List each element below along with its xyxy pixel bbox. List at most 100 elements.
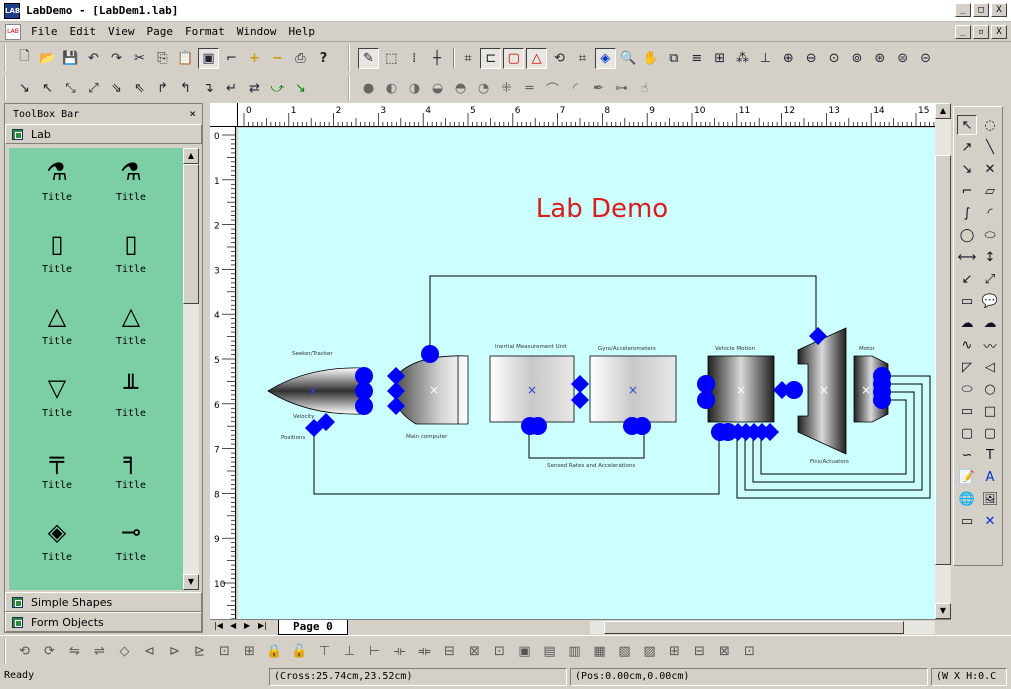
category-form-objects[interactable]: Form Objects [5, 612, 202, 632]
delete-icon[interactable]: ✕ [980, 511, 1000, 531]
mirror-icon[interactable]: ⇌ [89, 641, 110, 662]
scroll-up-icon[interactable]: ▲ [935, 103, 951, 119]
unlock-icon[interactable]: 🔓 [289, 641, 310, 662]
hscroll-thumb[interactable] [604, 621, 904, 634]
frame-group-icon[interactable]: ⊞ [239, 641, 260, 662]
horizontal-ruler[interactable]: 0 1 2 3 4 5 6 7 8 9 10 11 12 13 14 15 [238, 103, 951, 127]
ruler-corner[interactable] [210, 103, 238, 127]
rotate-pointer-icon[interactable]: ◌ [980, 115, 1000, 135]
new-icon[interactable]: 🗋 [14, 48, 35, 69]
font-icon[interactable]: A [980, 467, 1000, 487]
pointer-icon[interactable]: ↖ [957, 115, 977, 135]
arc-icon[interactable]: ◜ [980, 203, 1000, 223]
same-size-icon[interactable]: ⊟ [439, 641, 460, 662]
zoom-height-icon[interactable]: ⊝ [915, 48, 936, 69]
tilde-icon[interactable]: ∿ [957, 335, 977, 355]
square-icon[interactable]: □ [980, 401, 1000, 421]
category-simple-shapes[interactable]: Simple Shapes [5, 592, 202, 612]
menu-help[interactable]: Help [283, 25, 322, 38]
align-grid-icon[interactable]: ⌗ [458, 48, 479, 69]
table-icon[interactable]: ⊞ [664, 641, 685, 662]
drawing-page[interactable]: × × × × × × × Seeker/Tracker Velocity Po… [238, 128, 937, 621]
rich-text-icon[interactable]: 📝 [957, 467, 977, 487]
map-icon[interactable]: 🌐 [957, 489, 977, 509]
toolbox-item[interactable]: ⚗ Title [27, 152, 87, 203]
close-icon[interactable]: × [189, 107, 196, 120]
zoom-select-icon[interactable]: ⊛ [869, 48, 890, 69]
toolbox-item[interactable]: △ Title [27, 296, 87, 347]
link-4-icon[interactable]: ⤢ [83, 78, 104, 99]
redo-icon[interactable]: ↷ [106, 48, 127, 69]
plus-icon[interactable]: + [244, 48, 265, 69]
cloud-2-icon[interactable]: ☁ [980, 313, 1000, 333]
toolbox-item[interactable]: ╤ Title [27, 440, 87, 491]
rotate-icon[interactable]: ⟲ [549, 48, 570, 69]
undo-icon[interactable]: ↶ [83, 48, 104, 69]
toolbox-item[interactable]: ▯ Title [101, 224, 161, 275]
link-7-icon[interactable]: ↱ [152, 78, 173, 99]
snap-icon[interactable]: ┼ [427, 48, 448, 69]
toolbox-item[interactable]: ⊸ Title [101, 512, 161, 563]
canvas-vscrollbar[interactable]: ▲ ▼ [935, 103, 951, 619]
tab-order-icon[interactable]: ⊟ [689, 641, 710, 662]
order-1-icon[interactable]: ▣ [514, 641, 535, 662]
tab-last-icon[interactable]: ▶| [258, 621, 267, 630]
print-icon[interactable]: ⎙ [290, 48, 311, 69]
align-top-icon[interactable]: ⊤ [314, 641, 335, 662]
link-9-icon[interactable]: ↴ [198, 78, 219, 99]
toolbox-scrollbar[interactable]: ▲ ▼ [183, 148, 199, 590]
zoom-fit-icon[interactable]: ⊙ [824, 48, 845, 69]
mdi-close-button[interactable]: X [991, 25, 1007, 39]
measure-icon[interactable]: ⤢ [980, 269, 1000, 289]
group-icon[interactable]: ◈ [594, 47, 616, 69]
circle-icon[interactable]: ○ [980, 379, 1000, 399]
cut-icon[interactable]: ✂ [129, 48, 150, 69]
tab-prev-icon[interactable]: ◀ [230, 621, 236, 630]
menu-window[interactable]: Window [231, 25, 283, 38]
align-bottom-icon[interactable]: ⊢ [364, 641, 385, 662]
angle-icon[interactable]: ↙ [957, 269, 977, 289]
mdi-minimize-button[interactable]: _ [955, 25, 971, 39]
layer-down-icon[interactable]: ▨ [639, 641, 660, 662]
freehand-icon[interactable]: 〰 [980, 335, 1000, 355]
picture-icon[interactable]: 🖼 [980, 489, 1000, 509]
minus-icon[interactable]: − [267, 48, 288, 69]
tab-3-icon[interactable]: ⊡ [739, 641, 760, 662]
scroll-thumb[interactable] [935, 155, 951, 565]
link-1-icon[interactable]: ↘ [14, 78, 35, 99]
menu-page[interactable]: Page [141, 25, 180, 38]
distort-icon[interactable]: ◇ [114, 641, 135, 662]
polyline-icon[interactable]: ⌐ [957, 181, 977, 201]
select-icon[interactable]: ⬚ [381, 48, 402, 69]
vertical-ruler[interactable]: 01234567891011 [210, 127, 236, 635]
align-left-icon[interactable]: ⊲ [139, 641, 160, 662]
cross-icon[interactable]: ✕ [980, 159, 1000, 179]
toolbox-item[interactable]: ⚗ Title [101, 152, 161, 203]
menu-edit[interactable]: Edit [64, 25, 103, 38]
vehicle-motion-block[interactable]: × [707, 355, 775, 423]
toolbox-item[interactable]: ╕ Title [101, 440, 161, 491]
edit-mode-icon[interactable]: ✎ [358, 47, 379, 69]
layers-icon[interactable]: ≡ [686, 48, 707, 69]
category-lab[interactable]: Lab [5, 124, 202, 144]
combine-icon[interactable]: ◐ [381, 78, 402, 99]
subtract-icon[interactable]: ◑ [404, 78, 425, 99]
polygon-icon[interactable]: ▱ [980, 181, 1000, 201]
select-box-icon[interactable]: ▢ [503, 47, 525, 69]
link-3-icon[interactable]: ⤡ [60, 78, 81, 99]
frame-icon[interactable]: ⊏ [480, 47, 502, 69]
link-2-icon[interactable]: ↖ [37, 78, 58, 99]
scroll-thumb[interactable] [183, 164, 199, 304]
align-right-icon[interactable]: ⊵ [189, 641, 210, 662]
tab-next-icon[interactable]: ▶ [244, 621, 250, 630]
scroll-down-icon[interactable]: ▼ [183, 574, 199, 590]
grab-icon[interactable]: ☝ [634, 78, 655, 99]
point-icon[interactable]: ⁜ [496, 78, 517, 99]
order-2-icon[interactable]: ▤ [539, 641, 560, 662]
grid-icon[interactable]: ⁞ [404, 48, 425, 69]
flip-icon[interactable]: ⇋ [64, 641, 85, 662]
help-icon[interactable]: ? [313, 48, 334, 69]
minimize-button[interactable]: _ [955, 3, 971, 17]
arc-icon[interactable]: ◜ [565, 78, 586, 99]
rounded-icon[interactable]: ▢ [957, 423, 977, 443]
